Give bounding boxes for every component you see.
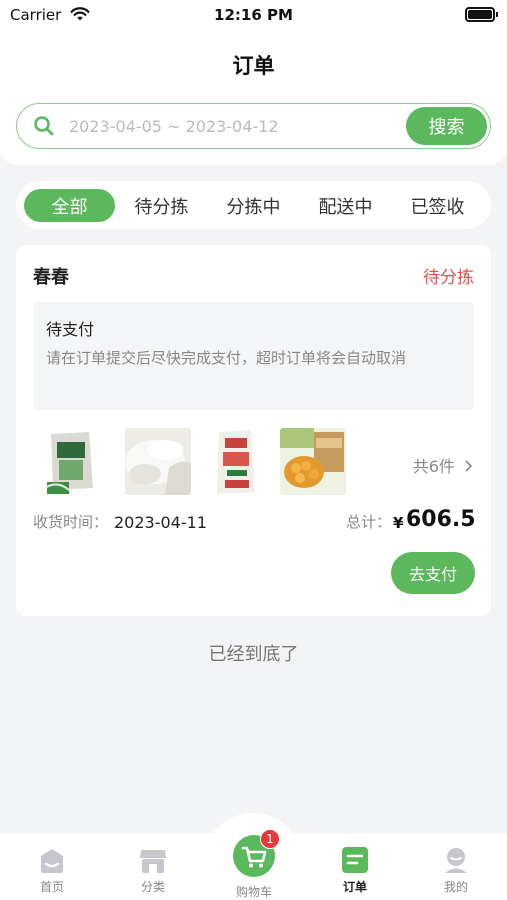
pay-button[interactable]: 去支付	[391, 552, 475, 594]
header-panel: Carrier 12:16 PM 订单 搜索	[0, 0, 507, 165]
tab-pending-sort[interactable]: 待分拣	[116, 189, 207, 222]
corn-box-image	[280, 428, 346, 495]
profile-icon	[439, 846, 473, 874]
nav-category[interactable]: 分类	[123, 846, 183, 895]
nav-profile-label: 我的	[443, 880, 468, 894]
flour-powder-image	[125, 428, 191, 495]
nav-cart-label: 购物车	[235, 885, 272, 899]
shop-name: 春春	[33, 267, 69, 288]
order-card[interactable]: 春春 待分拣 待支付 请在订单提交后尽快完成支付，超时订单将会自动取消 共6件 …	[16, 245, 491, 616]
category-icon	[136, 846, 170, 874]
total-label: 总计：	[346, 513, 392, 531]
tab-all[interactable]: 全部	[24, 189, 115, 222]
item-count-link[interactable]: 共6件	[413, 453, 474, 477]
payment-notice: 待支付 请在订单提交后尽快完成支付，超时订单将会自动取消	[33, 302, 474, 410]
order-status-tabs: 全部 待分拣 分拣中 配送中 已签收	[16, 181, 491, 229]
tab-signed[interactable]: 已签收	[392, 189, 483, 222]
cart-badge: 1	[260, 829, 280, 849]
clock: 12:16 PM	[214, 6, 293, 24]
nav-orders-label: 订单	[342, 880, 367, 894]
order-icon	[338, 846, 372, 874]
home-icon	[35, 846, 69, 874]
flour-sack-image	[213, 428, 279, 495]
notice-title: 待支付	[46, 320, 95, 339]
date-range-input[interactable]	[69, 106, 399, 146]
total-amount: 606.5	[406, 507, 476, 532]
status-bar: Carrier 12:16 PM	[0, 0, 507, 32]
receive-time-label: 收货时间：	[33, 513, 109, 531]
search-button[interactable]: 搜索	[406, 107, 487, 145]
nav-category-label: 分类	[140, 880, 165, 894]
nav-home-label: 首页	[39, 880, 64, 894]
battery-icon	[465, 7, 498, 22]
order-status-label: 待分拣	[423, 268, 474, 288]
nav-home[interactable]: 首页	[22, 846, 82, 895]
notice-text: 请在订单提交后尽快完成支付，超时订单将会自动取消	[46, 349, 407, 367]
flour-bag-image	[45, 428, 111, 495]
search-icon	[33, 115, 55, 141]
receive-date: 2023-04-11	[114, 513, 207, 532]
tab-sorting[interactable]: 分拣中	[208, 189, 299, 222]
page-title: 订单	[232, 54, 275, 78]
chevron-right-icon	[460, 457, 474, 476]
nav-orders[interactable]: 订单	[325, 846, 385, 895]
item-count-label: 共6件	[412, 457, 455, 476]
cart-icon	[233, 846, 275, 881]
nav-profile[interactable]: 我的	[426, 846, 486, 895]
tab-delivering[interactable]: 配送中	[300, 189, 391, 222]
end-of-list-text: 已经到底了	[208, 644, 299, 665]
currency-symbol: ¥	[393, 514, 404, 532]
search-bar: 搜索	[16, 103, 491, 149]
